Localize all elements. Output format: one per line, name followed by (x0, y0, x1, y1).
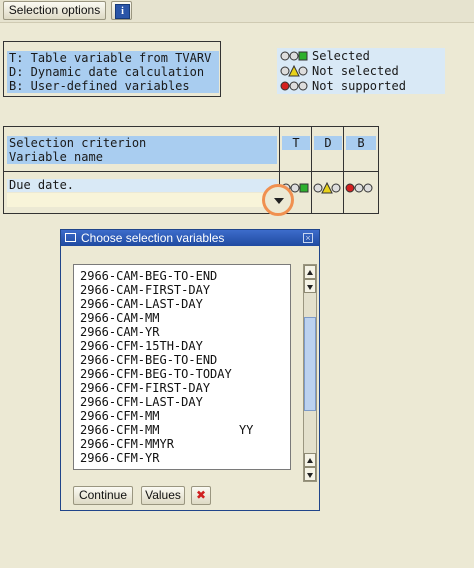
list-item[interactable]: 2966-CAM-MM (80, 311, 159, 325)
green-status-icon (280, 51, 308, 61)
legend-box: T: Table variable from TVARV D: Dynamic … (3, 41, 221, 97)
close-icon[interactable]: × (303, 233, 313, 243)
red-status-icon (280, 81, 308, 91)
dialog-title: Choose selection variables (81, 231, 225, 245)
list-item[interactable]: 2966-CFM-YR (80, 451, 159, 465)
list-item[interactable]: 2966-CFM-MMYR (80, 437, 174, 451)
continue-button[interactable]: Continue (73, 486, 133, 505)
scroll-down-button[interactable] (304, 453, 316, 467)
status-label-selected: Selected (312, 49, 370, 63)
list-item[interactable]: 2966-CFM-LAST-DAY (80, 395, 203, 409)
toolbar: Selection options i (0, 0, 474, 23)
dialog-title-bar: Choose selection variables × (61, 230, 319, 246)
list-item[interactable]: 2966-CFM-15TH-DAY (80, 339, 203, 353)
cancel-icon: ✖ (195, 488, 207, 502)
list-item[interactable]: 2966-CFM-MM YY (80, 423, 253, 437)
value-help-dropdown-button[interactable] (262, 184, 294, 216)
scroll-to-top-button[interactable] (304, 265, 316, 279)
status-legend: Selected Not selected Not supported (277, 48, 445, 94)
header-col-d: D (314, 136, 342, 150)
list-item[interactable]: 2966-CFM-MM (80, 409, 159, 423)
list-item[interactable]: 2966-CAM-BEG-TO-END (80, 269, 217, 283)
info-button[interactable]: i (111, 1, 132, 20)
list-item[interactable]: 2966-CAM-LAST-DAY (80, 297, 203, 311)
variables-list: 2966-CAM-BEG-TO-END 2966-CAM-FIRST-DAY 2… (73, 264, 291, 470)
scroll-thumb[interactable] (304, 317, 316, 411)
scroll-up-button[interactable] (304, 279, 316, 293)
header-variable-name: Variable name (7, 150, 277, 164)
legend-line-d: D: Dynamic date calculation (7, 65, 219, 79)
dynamic-date-yellow-icon (313, 182, 341, 194)
status-label-not-selected: Not selected (312, 64, 399, 78)
dropdown-arrow-icon (274, 198, 284, 204)
yellow-status-icon (280, 65, 308, 77)
user-defined-red-icon (345, 183, 373, 193)
row-label-due-date: Due date. (7, 179, 277, 192)
status-label-not-supported: Not supported (312, 79, 406, 93)
criteria-table: Selection criterion Variable name T D B … (3, 126, 379, 214)
header-selection-criterion: Selection criterion (7, 136, 277, 150)
legend-line-t: T: Table variable from TVARV (7, 51, 219, 65)
list-item[interactable]: 2966-CAM-YR (80, 325, 159, 339)
header-col-t: T (282, 136, 310, 150)
list-item[interactable]: 2966-CFM-BEG-TO-END (80, 353, 217, 367)
scroll-to-bottom-button[interactable] (304, 467, 316, 481)
list-item[interactable]: 2966-CFM-FIRST-DAY (80, 381, 210, 395)
window-icon (65, 233, 76, 242)
list-item[interactable]: 2966-CFM-BEG-TO-TODAY (80, 367, 232, 381)
values-button[interactable]: Values (141, 486, 185, 505)
cancel-button[interactable]: ✖ (191, 486, 211, 505)
selection-options-button[interactable]: Selection options (3, 1, 106, 20)
list-item[interactable]: 2966-CAM-FIRST-DAY (80, 283, 210, 297)
list-scrollbar[interactable] (303, 264, 317, 482)
header-col-b: B (346, 136, 376, 150)
choose-variables-dialog: Choose selection variables × 2966-CAM-BE… (60, 229, 320, 511)
variable-name-field[interactable] (7, 193, 277, 207)
info-icon: i (115, 4, 130, 19)
legend-line-b: B: User-defined variables (7, 79, 219, 93)
